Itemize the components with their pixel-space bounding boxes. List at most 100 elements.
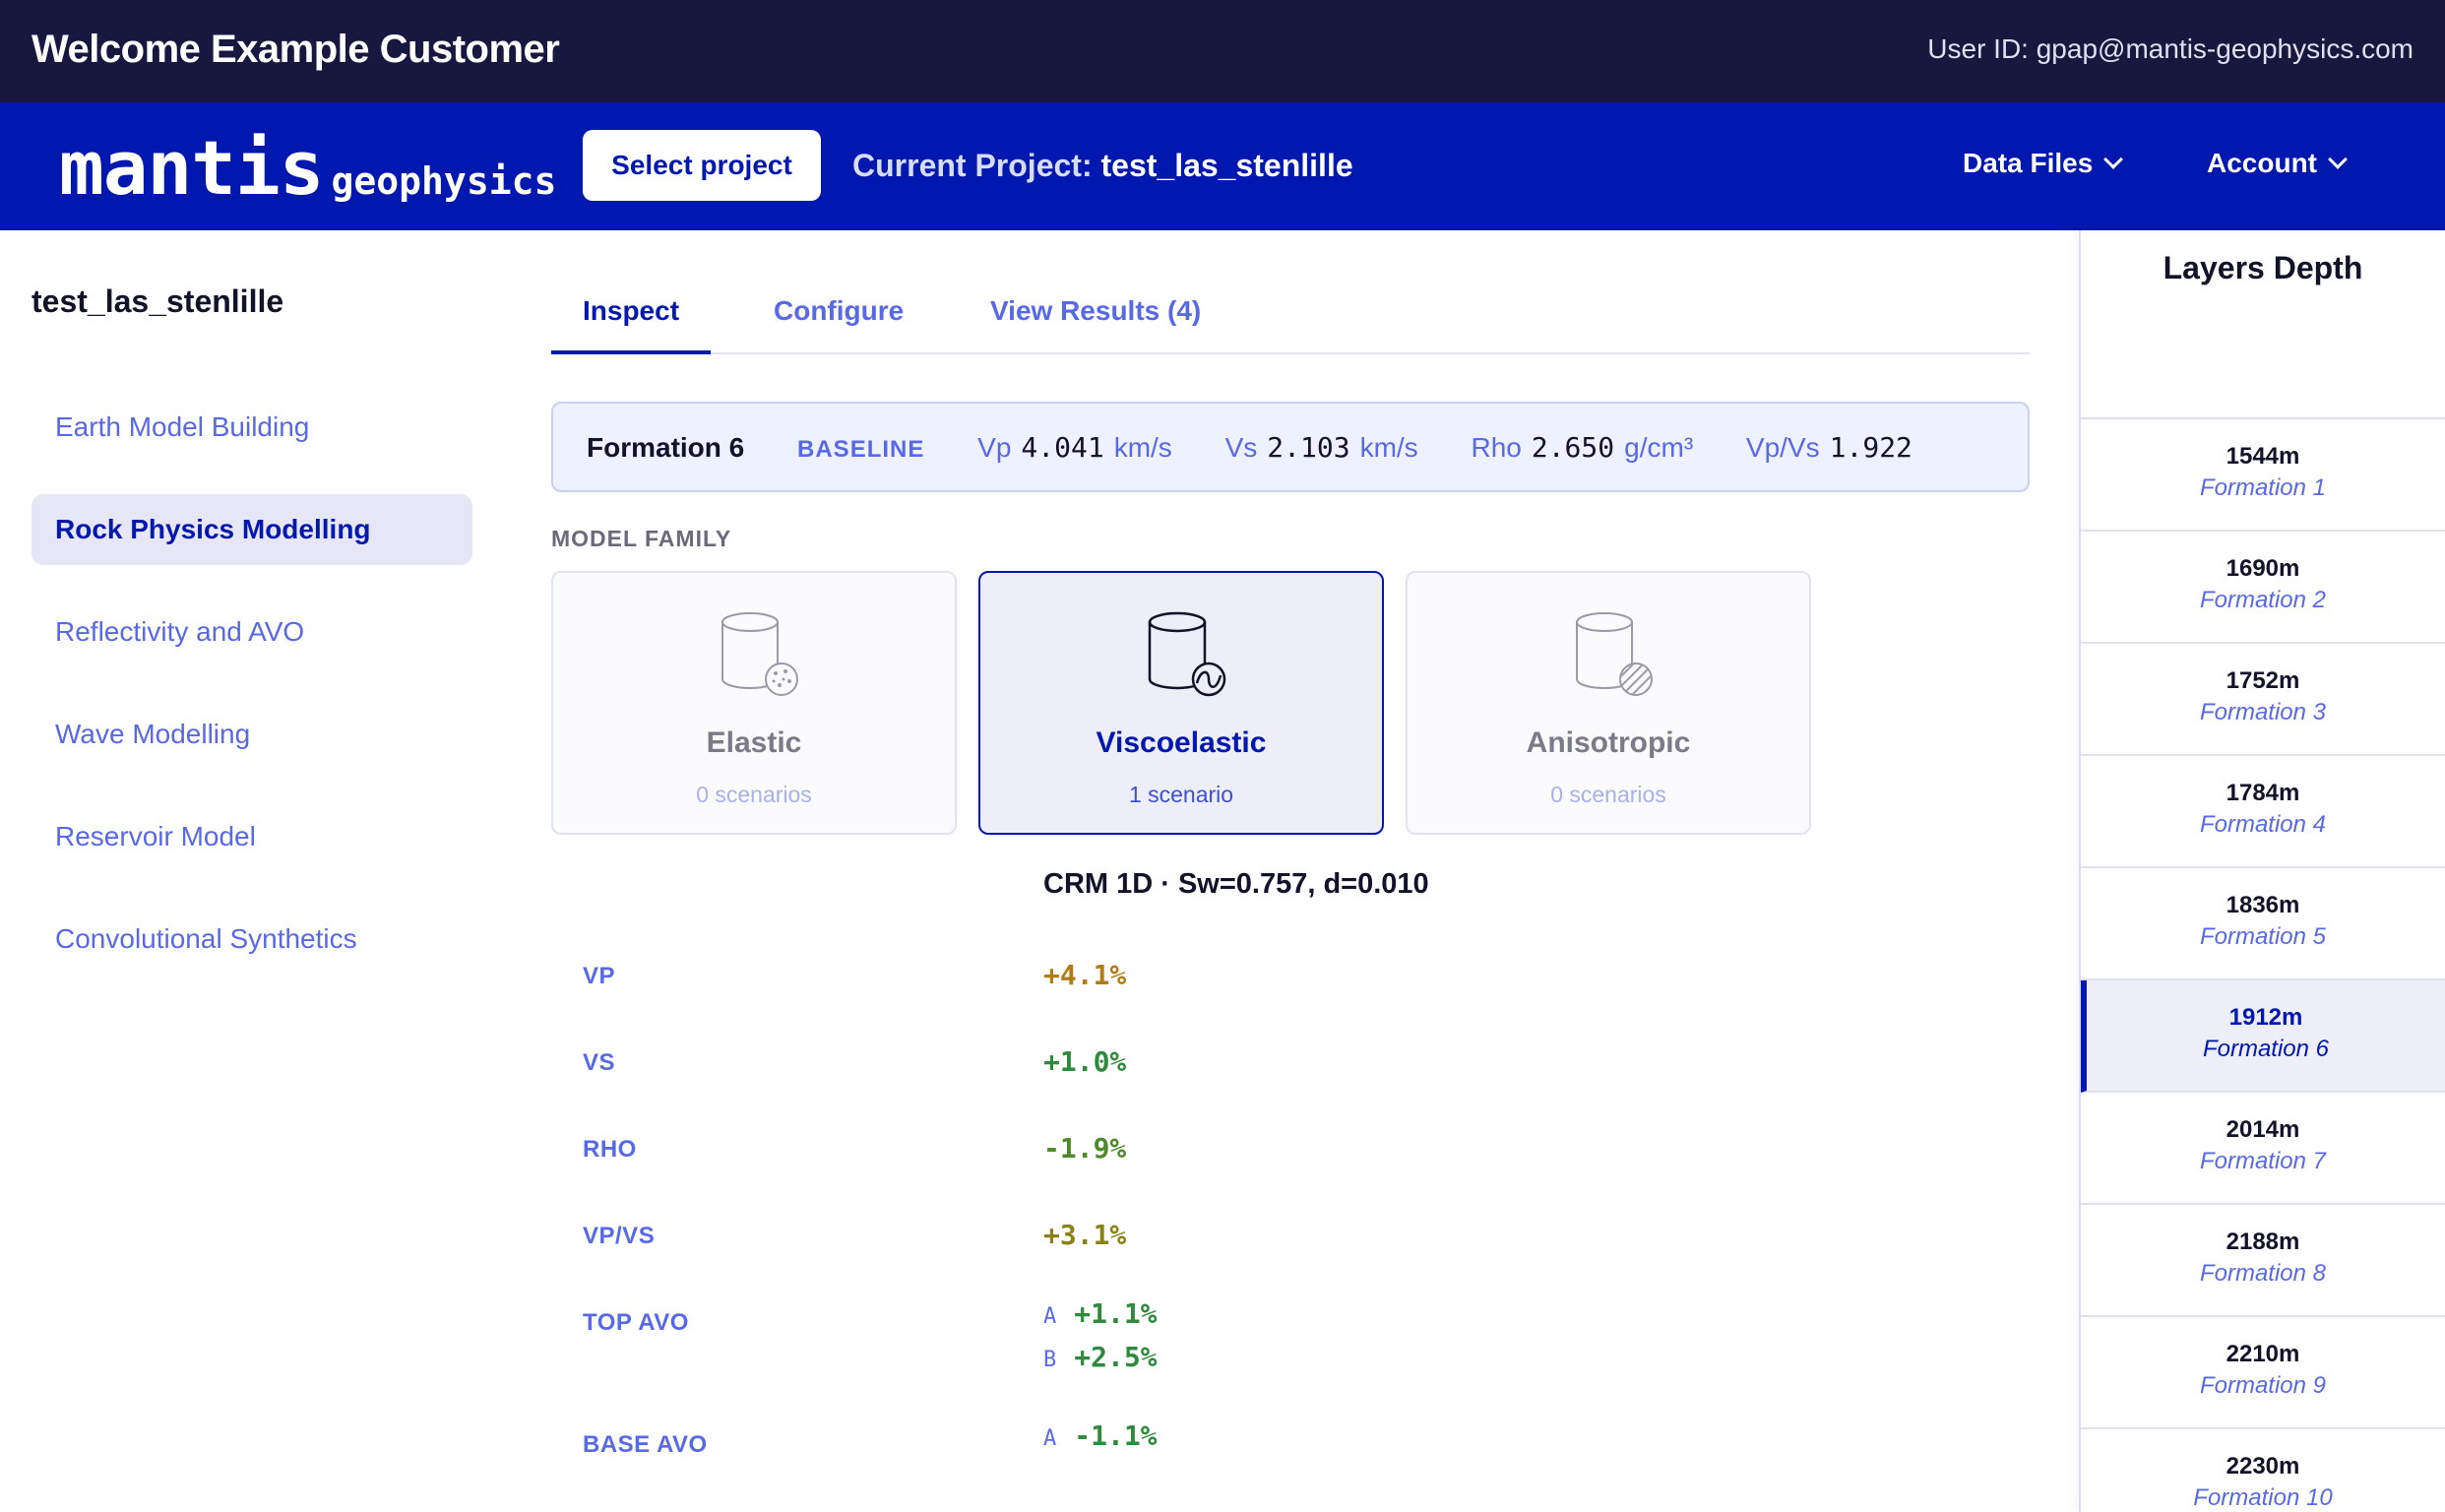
layer-depth: 1752m: [2226, 667, 2300, 694]
baseline-badge: BASELINE: [797, 436, 925, 463]
delta-label-vpvs: VP/VS: [583, 1223, 656, 1249]
model-card-elastic[interactable]: Elastic 0 scenarios: [551, 571, 957, 835]
layer-depth: 2188m: [2226, 1228, 2300, 1255]
sidebar-item-rock-physics-modelling[interactable]: Rock Physics Modelling: [31, 494, 472, 565]
delta-label-top-avo: TOP AVO: [583, 1309, 689, 1336]
avo-tag-a: A: [1043, 1426, 1057, 1451]
layer-depth: 1690m: [2226, 555, 2300, 582]
layer-name: Formation 4: [2199, 811, 2327, 838]
layer-name: Formation 10: [2193, 1484, 2333, 1511]
active-tab-indicator: [551, 350, 711, 354]
model-card-scenarios: 1 scenario: [1128, 782, 1234, 807]
rho-value: 2.650: [1531, 431, 1615, 464]
viscoelastic-cylinder-icon: [1148, 610, 1226, 704]
vs-label: Vs: [1224, 432, 1258, 463]
layer-name: Formation 5: [2199, 923, 2327, 950]
layers-depth-panel: Layers Depth 1544m Formation 1 1690m Forma…: [2079, 230, 2445, 1512]
layer-name: Formation 8: [2199, 1260, 2327, 1287]
vp-unit: km/s: [1113, 432, 1172, 463]
layers-depth-title: Layers Depth: [2081, 230, 2445, 419]
chevron-down-icon: [2328, 150, 2348, 169]
layer-depth: 2014m: [2226, 1116, 2300, 1143]
anisotropic-cylinder-icon: [1575, 610, 1654, 704]
current-project-value: test_las_stenlille: [1100, 148, 1353, 183]
sidebar-item-reflectivity-and-avo[interactable]: Reflectivity and AVO: [31, 597, 472, 667]
vp-label: Vp: [977, 432, 1012, 463]
chevron-down-icon: [2103, 150, 2124, 169]
delta-label-rho: RHO: [583, 1136, 637, 1163]
layer-name: Formation 9: [2199, 1372, 2327, 1399]
mantis-logo[interactable]: mantis geophysics: [59, 124, 556, 212]
account-label: Account: [2207, 148, 2317, 178]
sidebar-item-reservoir-model[interactable]: Reservoir Model: [31, 801, 472, 872]
layer-item[interactable]: 2230m Formation 10: [2081, 1429, 2445, 1512]
user-id-text: User ID: gpap@mantis-geophysics.com: [1927, 33, 2414, 64]
layer-name: Formation 6: [2202, 1036, 2330, 1062]
summary-formation: Formation 6: [587, 432, 745, 463]
vpvs-label: Vp/Vs: [1745, 432, 1820, 463]
layer-depth: 1836m: [2226, 892, 2300, 918]
layer-item-active[interactable]: 1912m Formation 6: [2081, 980, 2445, 1093]
sidebar-project-title: test_las_stenlille: [31, 284, 284, 319]
delta-value-vs: +1.0%: [1043, 1045, 1127, 1078]
layer-item[interactable]: 1784m Formation 4: [2081, 756, 2445, 868]
avo-tag-b: B: [1043, 1348, 1057, 1372]
vs-value: 2.103: [1267, 431, 1350, 464]
layer-item[interactable]: 1544m Formation 1: [2081, 419, 2445, 532]
sidebar-item-convolutional-synthetics[interactable]: Convolutional Synthetics: [31, 904, 472, 975]
top-avo-b-value: +2.5%: [1074, 1341, 1158, 1373]
model-card-name: Anisotropic: [1526, 726, 1691, 759]
logo-sub: geophysics: [331, 159, 557, 203]
tab-view-results[interactable]: View Results (4): [990, 295, 1201, 327]
data-files-menu[interactable]: Data Files: [1963, 148, 2124, 179]
rho-unit: g/cm³: [1624, 432, 1694, 463]
scenario-title: CRM 1D · Sw=0.757, d=0.010: [1043, 868, 1429, 900]
delta-value-rho: -1.9%: [1043, 1132, 1127, 1165]
sidebar-nav: Earth Model Building Rock Physics Modell…: [31, 392, 472, 1006]
delta-label-vs: VS: [583, 1049, 616, 1076]
layer-item[interactable]: 1752m Formation 3: [2081, 644, 2445, 756]
layer-item[interactable]: 2210m Formation 9: [2081, 1317, 2445, 1429]
top-avo-a-row: A +1.1%: [1043, 1297, 1158, 1330]
layer-item[interactable]: 1836m Formation 5: [2081, 868, 2445, 980]
vp-value: 4.041: [1021, 431, 1104, 464]
base-avo-a-row: A -1.1%: [1043, 1419, 1158, 1452]
top-avo-a-value: +1.1%: [1074, 1297, 1158, 1330]
top-bar: Welcome Example Customer User ID: gpap@m…: [0, 0, 2445, 102]
elastic-cylinder-icon: [721, 610, 799, 704]
layer-depth: 1784m: [2226, 780, 2300, 806]
logo-main: mantis: [59, 124, 325, 212]
layer-item[interactable]: 1690m Formation 2: [2081, 532, 2445, 644]
sidebar-item-earth-model-building[interactable]: Earth Model Building: [31, 392, 472, 463]
select-project-button[interactable]: Select project: [583, 130, 821, 201]
main-tabs: Inspect Configure View Results (4): [551, 280, 2030, 354]
layer-depth: 1912m: [2228, 1004, 2303, 1031]
account-menu[interactable]: Account: [2207, 148, 2348, 179]
delta-label-vp: VP: [583, 963, 616, 989]
model-family-label: MODEL FAMILY: [551, 526, 732, 551]
nav-bar: mantis geophysics Select project Current …: [0, 102, 2445, 230]
vs-unit: km/s: [1359, 432, 1418, 463]
model-card-name: Viscoelastic: [1096, 726, 1267, 759]
current-project: Current Project: test_las_stenlille: [852, 148, 1353, 184]
base-avo-a-value: -1.1%: [1074, 1419, 1158, 1452]
vpvs-value: 1.922: [1829, 431, 1912, 464]
model-card-scenarios: 0 scenarios: [1550, 782, 1666, 807]
tab-inspect[interactable]: Inspect: [583, 295, 679, 327]
delta-label-base-avo: BASE AVO: [583, 1431, 708, 1458]
data-files-label: Data Files: [1963, 148, 2094, 178]
rho-label: Rho: [1471, 432, 1522, 463]
sidebar-item-wave-modelling[interactable]: Wave Modelling: [31, 699, 472, 770]
model-card-viscoelastic[interactable]: Viscoelastic 1 scenario: [978, 571, 1384, 835]
model-card-anisotropic[interactable]: Anisotropic 0 scenarios: [1406, 571, 1811, 835]
layer-item[interactable]: 2188m Formation 8: [2081, 1205, 2445, 1317]
layer-depth: 2230m: [2226, 1453, 2300, 1480]
layer-item[interactable]: 2014m Formation 7: [2081, 1093, 2445, 1205]
baseline-summary: Formation 6 BASELINE Vp 4.041 km/s Vs 2.103…: [551, 402, 2030, 492]
tab-configure[interactable]: Configure: [774, 295, 904, 327]
layer-name: Formation 2: [2199, 587, 2327, 613]
layer-depth: 2210m: [2226, 1341, 2300, 1367]
layer-name: Formation 3: [2199, 699, 2327, 725]
model-card-name: Elastic: [706, 726, 802, 759]
delta-value-vpvs: +3.1%: [1043, 1219, 1127, 1251]
